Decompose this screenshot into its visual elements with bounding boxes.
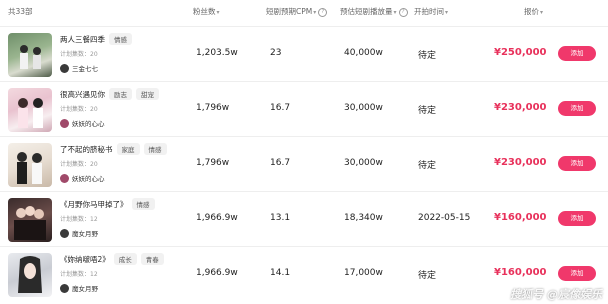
author[interactable]: 三金七七 bbox=[60, 63, 98, 73]
cover-image[interactable] bbox=[8, 143, 52, 187]
table-row[interactable]: 《月野你马甲掉了》 情感 计划集数：12 魔女月野 1,966.9w 13.1 1… bbox=[0, 191, 608, 246]
avatar bbox=[60, 228, 69, 238]
price-value: ¥160,000 bbox=[494, 212, 547, 223]
author[interactable]: 魔女月野 bbox=[60, 228, 98, 238]
col-date-header[interactable]: 开拍时间▾ bbox=[414, 6, 448, 17]
sort-arrow-icon: ▾ bbox=[540, 9, 544, 16]
add-button[interactable]: 添加 bbox=[558, 101, 596, 116]
drama-title[interactable]: 了不起的脐秘书 家庭 情感 bbox=[60, 143, 167, 155]
price-value: ¥160,000 bbox=[494, 267, 547, 278]
genre-tag: 情感 bbox=[109, 33, 132, 45]
episode-count: 计划集数：20 bbox=[60, 106, 98, 113]
genre-tag: 甜宠 bbox=[136, 88, 159, 100]
genre-tag: 情感 bbox=[143, 143, 167, 155]
help-icon[interactable]: ? bbox=[398, 7, 408, 17]
cover-figures bbox=[17, 152, 42, 184]
sort-arrow-icon: ▾ bbox=[393, 9, 397, 16]
cover-image[interactable] bbox=[8, 33, 52, 77]
author[interactable]: 妖妖的心心 bbox=[60, 118, 105, 128]
cpm-value: 13.1 bbox=[270, 213, 291, 223]
col-plays-header[interactable]: 预估短剧播放量▾? bbox=[340, 6, 408, 17]
date-value: 2022-05-15 bbox=[418, 213, 471, 223]
episode-count: 计划集数：20 bbox=[60, 161, 98, 168]
add-button[interactable]: 添加 bbox=[558, 266, 596, 281]
watermark: 搜狐号 @宸像娱乐 bbox=[510, 288, 602, 301]
cpm-value: 16.7 bbox=[270, 103, 291, 113]
date-value: 待定 bbox=[418, 271, 437, 281]
fans-value: 1,796w bbox=[196, 103, 230, 113]
episode-count: 计划集数：20 bbox=[60, 51, 98, 58]
cover-image[interactable] bbox=[8, 88, 52, 132]
add-button[interactable]: 添加 bbox=[558, 156, 596, 171]
cover-figures bbox=[20, 45, 41, 69]
date-value: 待定 bbox=[418, 106, 437, 116]
price-value: ¥250,000 bbox=[494, 47, 547, 58]
total-count: 共33部 bbox=[8, 7, 33, 16]
add-button[interactable]: 添加 bbox=[558, 211, 596, 226]
table-row[interactable]: 了不起的脐秘书 家庭 情感 计划集数：20 妖妖的心心 1,796w 16.7 30… bbox=[0, 136, 608, 191]
table-row[interactable]: 很高兴遇见你 励志 甜宠 计划集数：20 妖妖的心心 1,796w 16.7 30,… bbox=[0, 81, 608, 136]
price-value: ¥230,000 bbox=[494, 102, 547, 113]
avatar bbox=[60, 63, 69, 73]
add-button[interactable]: 添加 bbox=[558, 46, 596, 61]
avatar bbox=[60, 283, 69, 293]
cpm-value: 23 bbox=[270, 48, 282, 58]
drama-title[interactable]: 《妳纳啵唔2》 成长 青春 bbox=[60, 253, 164, 265]
col-cpm-header[interactable]: 短剧预期CPM▾? bbox=[266, 6, 328, 17]
sort-arrow-icon: ▾ bbox=[216, 9, 220, 16]
col-fans-header[interactable]: 粉丝数▾ bbox=[193, 6, 220, 17]
genre-tag: 青春 bbox=[140, 253, 164, 265]
plays-value: 18,340w bbox=[344, 213, 383, 223]
drama-title[interactable]: 两人三餐四季 情感 bbox=[60, 33, 132, 45]
genre-tag: 励志 bbox=[109, 88, 132, 100]
table-header: 共33部 粉丝数▾ 短剧预期CPM▾? 预估短剧播放量▾? 开拍时间▾ 报价▾ bbox=[0, 0, 608, 26]
date-value: 待定 bbox=[418, 51, 437, 61]
drama-title[interactable]: 《月野你马甲掉了》 情感 bbox=[60, 198, 155, 210]
author[interactable]: 妖妖的心心 bbox=[60, 173, 105, 183]
cover-figures bbox=[18, 256, 42, 293]
fans-value: 1,966.9w bbox=[196, 213, 238, 223]
plays-value: 40,000w bbox=[344, 48, 383, 58]
date-value: 待定 bbox=[418, 161, 437, 171]
col-price-header[interactable]: 报价▾ bbox=[524, 6, 543, 17]
plays-value: 17,000w bbox=[344, 268, 383, 278]
table-row[interactable]: 两人三餐四季 情感 计划集数：20 三金七七 1,203.5w 23 40,000… bbox=[0, 26, 608, 81]
author[interactable]: 魔女月野 bbox=[60, 283, 98, 293]
cover-image[interactable] bbox=[8, 198, 52, 242]
sort-arrow-icon: ▾ bbox=[445, 9, 449, 16]
cover-figures bbox=[14, 206, 46, 240]
episode-count: 计划集数：12 bbox=[60, 271, 98, 278]
plays-value: 30,000w bbox=[344, 103, 383, 113]
cpm-value: 16.7 bbox=[270, 158, 291, 168]
cover-image[interactable] bbox=[8, 253, 52, 297]
avatar bbox=[60, 173, 69, 183]
avatar bbox=[60, 118, 69, 128]
cover-figures bbox=[18, 98, 43, 128]
plays-value: 30,000w bbox=[344, 158, 383, 168]
genre-tag: 情感 bbox=[131, 198, 155, 210]
fans-value: 1,966.9w bbox=[196, 268, 238, 278]
episode-count: 计划集数：12 bbox=[60, 216, 98, 223]
drama-title[interactable]: 很高兴遇见你 励志 甜宠 bbox=[60, 88, 159, 100]
sort-arrow-icon: ▾ bbox=[313, 9, 317, 16]
genre-tag: 家庭 bbox=[116, 143, 140, 155]
genre-tag: 成长 bbox=[113, 253, 137, 265]
help-icon[interactable]: ? bbox=[318, 7, 328, 17]
cpm-value: 14.1 bbox=[270, 268, 291, 278]
fans-value: 1,203.5w bbox=[196, 48, 238, 58]
price-value: ¥230,000 bbox=[494, 157, 547, 168]
fans-value: 1,796w bbox=[196, 158, 230, 168]
